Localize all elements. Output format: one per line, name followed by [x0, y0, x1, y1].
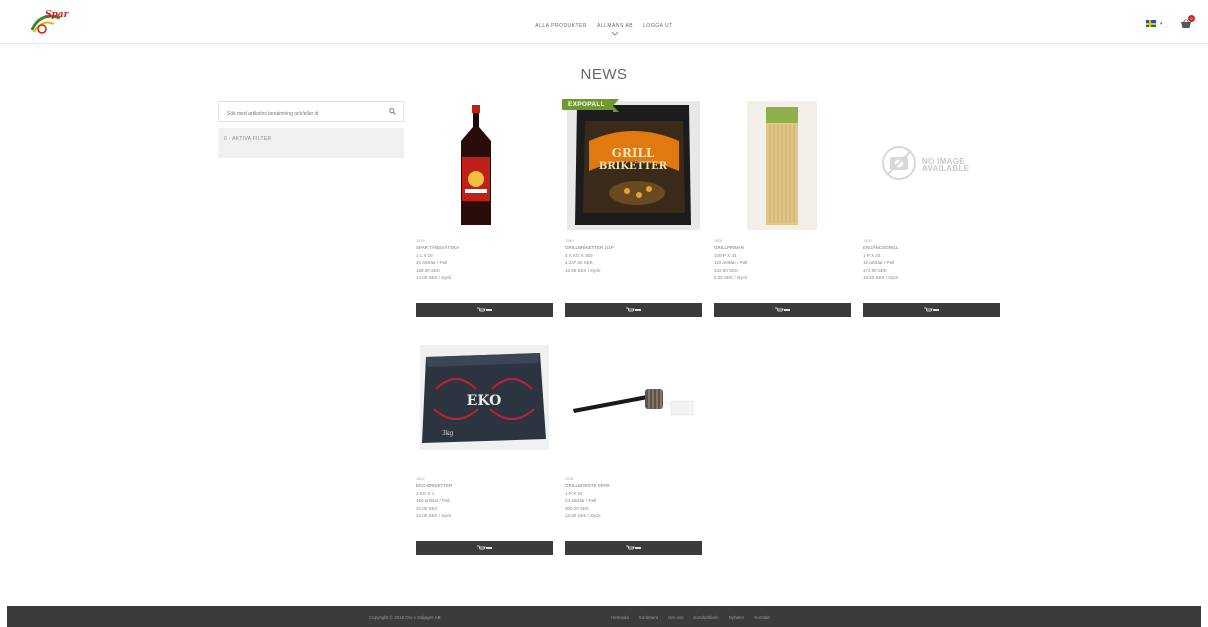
main-nav: ALLA PRODUKTER ALLMÄNS AB LOGGA UT [0, 23, 1208, 36]
add-to-cart-button[interactable] [565, 541, 702, 555]
product-unit-price: 33.00 SEK / styck [416, 513, 452, 519]
add-to-cart-button[interactable] [714, 303, 851, 317]
no-image-text-line2: AVAILABLE [922, 164, 970, 173]
product-name[interactable]: GRILLPINNAR [714, 244, 851, 251]
product-unit-price: 16.95 SEK / styck [565, 267, 601, 273]
swedish-flag-icon[interactable] [1146, 20, 1156, 27]
product-price: 102.00 SEK [714, 267, 739, 273]
product-unit-price: 4.25 SEK / styck [714, 275, 748, 281]
cart-icon [775, 307, 790, 312]
product-info: 1501 GRILLPINNAR 100-P X 34 110 artiklar… [714, 237, 851, 281]
product-info: 1531 GRILLBORSTE SPAR 1-P X 24 24 artikl… [565, 475, 702, 519]
footer-link-assortment[interactable]: Sortiment [639, 615, 658, 620]
product-card: GRILL BRIKETTER EXPOPALL 1180 GRILLBRIKE… [562, 99, 702, 317]
footer-link-home[interactable]: Hemsida [611, 615, 629, 620]
product-name[interactable]: EKO-BRIKETTER [416, 482, 553, 489]
cart-icon [626, 545, 641, 550]
search-box [218, 101, 404, 124]
product-card: 1531 GRILLBORSTE SPAR 1-P X 24 24 artikl… [565, 339, 702, 555]
cart-icon [924, 307, 939, 312]
product-price: 300.00 SEK [565, 505, 590, 511]
svg-text:GRILL: GRILL [612, 146, 655, 160]
product-image[interactable] [565, 339, 702, 468]
add-to-cart-button[interactable] [416, 303, 553, 317]
product-pack: 100-P X 34 [714, 252, 737, 258]
product-name[interactable]: GRILLBRIKETTER 1/1p [565, 244, 702, 251]
product-price: 4.237.50 SEK [565, 260, 593, 266]
footer-links: Hemsida Sortiment Om oss Kundartikeln Ny… [611, 615, 780, 620]
svg-text:EKO: EKO [467, 393, 502, 409]
product-price: 168.00 SEK [416, 267, 441, 273]
nav-account[interactable]: ALLMÄNS AB [597, 23, 634, 36]
search-icon[interactable] [389, 108, 396, 115]
product-per-pall: 24 artiklar / Pall [565, 498, 597, 504]
add-to-cart-button[interactable] [863, 303, 1000, 317]
product-card: 1676 SPAR TÄNDVÄTSKA 1 L X 15 40 artikla… [416, 101, 553, 317]
product-image[interactable] [714, 101, 851, 230]
product-per-pall: 40 artiklar / Pall [416, 260, 448, 266]
product-pack: 3 X KG X 350 [565, 252, 593, 258]
expopall-badge: EXPOPALL [562, 99, 619, 112]
active-filters[interactable]: 0 - AKTIVA FILTER [218, 128, 404, 158]
add-to-cart-button[interactable] [416, 541, 553, 555]
product-unit-price: 12.50 SEK / styck [565, 513, 601, 519]
product-image[interactable] [416, 101, 553, 230]
active-filters-label: 0 - AKTIVA FILTER [224, 136, 272, 142]
product-pack: 1-P X 24 [565, 490, 583, 496]
product-per-pall: 110 artiklar / Pall [714, 260, 748, 266]
cart-icon [477, 307, 492, 312]
product-image[interactable]: EKO 3kg [416, 339, 553, 468]
product-image[interactable]: GRILL BRIKETTER [565, 101, 702, 230]
site-header: Spar ALLA PRODUKTER ALLMÄNS AB LOGGA UT … [0, 0, 1208, 44]
nav-all-products[interactable]: ALLA PRODUKTER [535, 23, 587, 29]
cart-icon [477, 545, 492, 550]
copyright-text: Copyright © 2018 Drv x Säljager AB [369, 615, 441, 620]
product-info: 1400 ENGÅNGSGRILL 1-P X 34 12 artiklar /… [863, 237, 1000, 281]
chevron-down-icon [611, 31, 619, 36]
product-card: 1501 GRILLPINNAR 100-P X 34 110 artiklar… [714, 101, 851, 317]
product-pack: 1 L X 15 [416, 252, 433, 258]
svg-text:BRIKETTER: BRIKETTER [599, 161, 668, 172]
site-footer: Copyright © 2018 Drv x Säljager AB Hemsi… [7, 606, 1201, 627]
product-price: 372.00 SEK [863, 267, 888, 273]
no-image-camera-icon [882, 146, 916, 180]
svg-text:3kg: 3kg [442, 430, 453, 437]
cart-icon [626, 307, 641, 312]
product-name[interactable]: GRILLBORSTE SPAR [565, 482, 702, 489]
page-title: NEWS [580, 66, 628, 83]
product-pack: 1-P X 34 [863, 252, 881, 258]
product-id: 1507 [416, 476, 425, 481]
product-id: 1676 [416, 238, 425, 243]
product-info: 1180 GRILLBRIKETTER 1/1p 3 X KG X 350 4.… [565, 237, 702, 274]
product-id: 1531 [565, 476, 574, 481]
product-per-pall: 12 artiklar / Pall [863, 260, 895, 266]
product-id: 1180 [565, 238, 574, 243]
cart-count-badge: 0 [1188, 15, 1195, 22]
search-input[interactable] [219, 104, 379, 124]
footer-link-about[interactable]: Om oss [668, 615, 684, 620]
language-caret-icon[interactable]: ▾ [1160, 21, 1163, 27]
product-price: 33.00 SEK [416, 505, 438, 511]
nav-account-label: ALLMÄNS AB [597, 23, 634, 29]
product-info: 1507 EKO-BRIKETTER 3 KG X 1 160 artiklar… [416, 475, 553, 519]
nav-logout[interactable]: LOGGA UT [643, 23, 673, 29]
product-info: 1676 SPAR TÄNDVÄTSKA 1 L X 15 40 artikla… [416, 237, 553, 281]
product-image[interactable]: NO IMAGE AVAILABLE [863, 101, 1000, 230]
footer-link-news[interactable]: Nyheter [729, 615, 745, 620]
footer-link-contact[interactable]: Kontakt [754, 615, 769, 620]
product-id: 1400 [863, 238, 872, 243]
product-per-pall: 160 artiklar / Pall [416, 498, 450, 504]
product-id: 1501 [714, 238, 723, 243]
product-name[interactable]: SPAR TÄNDVÄTSKA [416, 244, 553, 251]
product-card: EKO 3kg 1507 EKO-BRIKETTER 3 KG X 1 160 … [416, 339, 553, 555]
product-name[interactable]: ENGÅNGSGRILL [863, 244, 1000, 251]
add-to-cart-button[interactable] [565, 303, 702, 317]
product-card: NO IMAGE AVAILABLE 1400 ENGÅNGSGRILL 1-P… [863, 101, 1000, 317]
product-unit-price: 15.60 SEK / styck [863, 275, 899, 281]
product-unit-price: 14.00 SEK / styck [416, 275, 452, 281]
footer-link-customer[interactable]: Kundartikeln [694, 615, 719, 620]
logo-text: Spar [45, 10, 69, 20]
product-pack: 3 KG X 1 [416, 490, 435, 496]
